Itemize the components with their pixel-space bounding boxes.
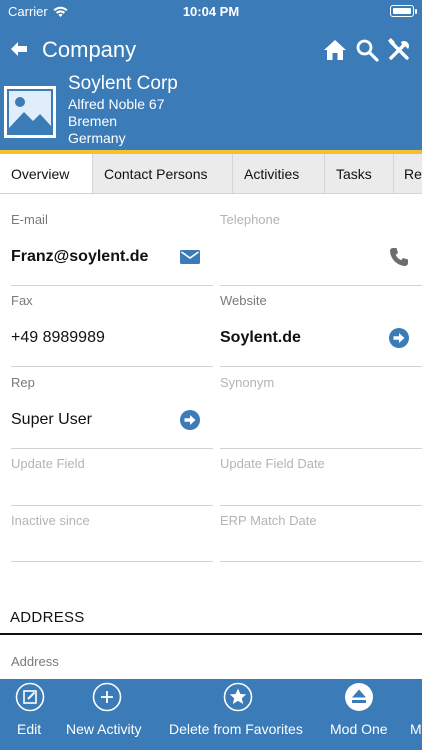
edit-label: Edit [17, 721, 42, 737]
synonym-label: Synonym [220, 375, 275, 390]
mail-icon[interactable] [179, 246, 201, 268]
update-field-date-underline [220, 505, 422, 506]
website-underline [220, 366, 422, 367]
company-country: Germany [68, 130, 126, 146]
tab-bar: Overview Contact Persons Activities Task… [0, 154, 422, 194]
more-label: M [410, 721, 422, 737]
delete-from-favorites-button[interactable]: Delete from Favorites [160, 679, 320, 750]
tab-tasks[interactable]: Tasks [325, 154, 394, 193]
new-activity-label: New Activity [66, 721, 142, 737]
bottom-toolbar: Edit New Activity Delete from Favorites … [0, 679, 422, 750]
tab-contact-persons[interactable]: Contact Persons [93, 154, 233, 193]
back-arrow-icon[interactable] [8, 38, 30, 60]
address-section-divider [0, 633, 422, 635]
edit-icon [15, 682, 45, 712]
erp-match-date-label: ERP Match Date [220, 513, 317, 528]
tab-more-partial[interactable]: Re [394, 154, 422, 193]
tab-activities[interactable]: Activities [233, 154, 325, 193]
mod-one-button[interactable]: Mod One [320, 679, 400, 750]
clock: 10:04 PM [182, 4, 240, 19]
email-value[interactable]: Franz@soylent.de [11, 248, 148, 266]
inactive-since-underline [11, 561, 213, 562]
fax-label: Fax [11, 293, 33, 308]
rep-value[interactable]: Super User [11, 411, 92, 429]
phone-icon[interactable] [388, 246, 410, 268]
company-image-placeholder-icon[interactable] [4, 86, 56, 138]
mod-one-label: Mod One [330, 721, 388, 737]
delete-from-favorites-label: Delete from Favorites [169, 721, 303, 737]
erp-match-date-underline [220, 561, 422, 562]
add-icon [92, 682, 122, 712]
update-field-underline [11, 505, 213, 506]
address-section-title: ADDRESS [10, 609, 85, 626]
tools-icon[interactable] [387, 38, 411, 62]
search-icon[interactable] [355, 38, 379, 62]
new-activity-button[interactable]: New Activity [60, 679, 160, 750]
home-icon[interactable] [323, 38, 347, 62]
open-rep-arrow-icon[interactable] [179, 409, 201, 431]
update-field-label: Update Field [11, 456, 85, 471]
company-header: Soylent Corp Alfred Noble 67 Bremen Germ… [0, 73, 422, 150]
synonym-underline [220, 448, 422, 449]
eject-icon [345, 683, 373, 711]
page-title: Company [42, 37, 137, 62]
nav-bar: Company [0, 24, 422, 76]
edit-button[interactable]: Edit [0, 679, 60, 750]
email-label: E-mail [11, 212, 48, 227]
update-field-date-label: Update Field Date [220, 456, 325, 471]
more-button[interactable]: M [400, 679, 422, 750]
website-value[interactable]: Soylent.de [220, 329, 301, 347]
website-label: Website [220, 293, 267, 308]
company-name: Soylent Corp [68, 73, 178, 94]
address-label: Address [11, 654, 59, 669]
telephone-underline [220, 285, 422, 286]
tab-overview[interactable]: Overview [0, 154, 93, 193]
company-street: Alfred Noble 67 [68, 96, 165, 112]
email-underline [11, 285, 213, 286]
fax-value[interactable]: +49 8989989 [11, 329, 105, 347]
battery-icon [390, 5, 417, 17]
status-bar: Carrier 10:04 PM [0, 0, 422, 24]
inactive-since-label: Inactive since [11, 513, 90, 528]
telephone-label: Telephone [220, 212, 280, 227]
star-icon [223, 682, 253, 712]
fax-underline [11, 366, 213, 367]
rep-label: Rep [11, 375, 35, 390]
company-city: Bremen [68, 113, 118, 129]
rep-underline [11, 448, 213, 449]
open-website-arrow-icon[interactable] [388, 327, 410, 349]
